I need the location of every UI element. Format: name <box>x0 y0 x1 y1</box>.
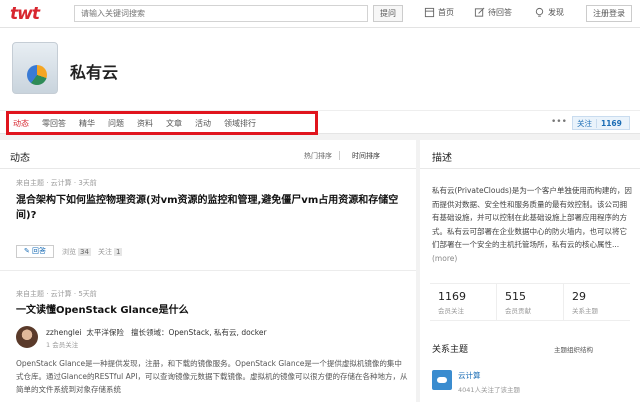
tab-dynamics[interactable]: 动态 <box>13 118 29 129</box>
author-org: 太平洋保险 <box>86 328 124 337</box>
sort-divider <box>339 151 340 160</box>
related-topic-followers: 4041人关注了该主题 <box>458 386 521 394</box>
nav-discover-label: 发现 <box>548 8 564 17</box>
author-line: zzhenglei 太平洋保险 擅长领域：OpenStack, 私有云, doc… <box>46 327 267 338</box>
topic-header: 私有云 <box>0 28 640 110</box>
views-stat: 浏览 34 <box>62 247 91 257</box>
tab-strip: 动态 零回答 精华 问题 资料 文章 活动 领域排行 ••• 关注 1169 <box>0 110 640 135</box>
follows-count: 1 <box>114 248 123 256</box>
author-expertise: 擅长领域：OpenStack, 私有云, docker <box>130 328 267 337</box>
tabs-highlight-box: 动态 零回答 精华 问题 资料 文章 活动 领域排行 <box>6 111 318 135</box>
site-logo[interactable]: twt <box>10 4 40 24</box>
stat-related[interactable]: 29 关系主题 <box>563 284 630 320</box>
related-heading: 关系主题 <box>432 345 469 355</box>
answer-button[interactable]: ✎ 回答 <box>16 245 54 258</box>
stat-members[interactable]: 1169 会员关注 <box>430 284 496 320</box>
item-divider <box>0 270 416 271</box>
edit-icon <box>474 7 485 17</box>
nav-home[interactable]: 首页 <box>424 7 454 18</box>
stat-number: 29 <box>572 290 586 303</box>
description-text: 私有云(PrivateClouds)是为一个客户单独使用而构建的，因而提供对数据… <box>432 186 632 249</box>
views-label: 浏览 <box>62 248 76 256</box>
tab-featured[interactable]: 精华 <box>79 118 95 129</box>
feed-panel: 动态 热门排序 时间排序 来自主题 · 云计算 · 3天前 混合架构下如何监控物… <box>0 140 416 402</box>
description-heading: 描述 <box>432 153 452 164</box>
pie-chart-icon <box>27 65 47 85</box>
side-panel: 描述 私有云(PrivateClouds)是为一个客户单独使用而构建的，因而提供… <box>420 140 640 402</box>
sort-time[interactable]: 时间排序 <box>352 151 380 161</box>
follows-stat: 关注 1 <box>98 247 123 257</box>
tab-zero-answers[interactable]: 零回答 <box>42 118 66 129</box>
stat-label: 会员贡献 <box>505 307 531 315</box>
nav-home-label: 首页 <box>438 8 454 17</box>
article-title[interactable]: 一文读懂OpenStack Glance是什么 <box>16 303 408 318</box>
stat-number: 515 <box>505 290 526 303</box>
tab-events[interactable]: 活动 <box>195 118 211 129</box>
related-topic-name[interactable]: 云计算 <box>458 370 481 381</box>
answer-label: 回答 <box>32 247 47 255</box>
follow-button[interactable]: 关注 1169 <box>572 116 630 130</box>
home-icon <box>424 7 435 18</box>
feed-divider <box>0 168 416 169</box>
item-meta: 来自主题 · 云计算 · 5天前 <box>16 290 97 298</box>
topic-title: 私有云 <box>70 63 119 82</box>
stat-number: 1169 <box>438 290 466 303</box>
pencil-icon: ✎ <box>23 247 30 255</box>
login-button[interactable]: 注册登录 <box>586 5 632 22</box>
nav-pending-label: 待回答 <box>488 8 512 17</box>
topic-stats: 1169 会员关注 515 会员贡献 29 关系主题 <box>430 283 630 321</box>
ask-button[interactable]: 提问 <box>373 5 403 22</box>
tab-ranking[interactable]: 领域排行 <box>224 118 256 129</box>
tab-articles[interactable]: 文章 <box>166 118 182 129</box>
top-bar: twt 提问 首页 待回答 发现 注册登录 <box>0 0 640 28</box>
stat-label: 会员关注 <box>438 307 464 315</box>
tab-questions[interactable]: 问题 <box>108 118 124 129</box>
sort-hot[interactable]: 热门排序 <box>304 151 332 161</box>
nav-discover[interactable]: 发现 <box>534 7 564 18</box>
more-menu-icon[interactable]: ••• <box>551 117 567 127</box>
article-excerpt: OpenStack Glance是一种提供发现，注册，和下载的镜像服务。Open… <box>16 359 408 394</box>
author-followers: 1 会员关注 <box>46 341 79 349</box>
more-link[interactable]: (more) <box>432 254 457 263</box>
views-count: 34 <box>78 248 91 256</box>
stat-label: 关系主题 <box>572 307 598 315</box>
bulb-icon <box>535 7 544 17</box>
cloud-topic-icon[interactable] <box>432 370 452 390</box>
stat-contributions[interactable]: 515 会员贡献 <box>496 284 563 320</box>
nav-pending[interactable]: 待回答 <box>474 7 512 18</box>
side-divider <box>420 168 640 169</box>
follows-label: 关注 <box>98 248 112 256</box>
topic-cloud-icon <box>12 42 58 94</box>
search-input[interactable] <box>74 5 368 22</box>
question-title[interactable]: 混合架构下如何监控物理资源(对vm资源的监控和管理,避免僵尸vm占用资源和存储空… <box>16 193 408 223</box>
author-avatar[interactable] <box>16 326 38 348</box>
author-name[interactable]: zzhenglei <box>46 328 82 337</box>
item-meta: 来自主题 · 云计算 · 3天前 <box>16 179 97 187</box>
topic-structure-link[interactable]: 主题组织结构 <box>554 344 593 354</box>
topic-description: 私有云(PrivateClouds)是为一个客户单独使用而构建的，因而提供对数据… <box>432 184 632 265</box>
feed-heading: 动态 <box>10 153 30 164</box>
tab-materials[interactable]: 资料 <box>137 118 153 129</box>
follow-count: 1169 <box>596 118 626 128</box>
follow-label: 关注 <box>577 118 592 128</box>
